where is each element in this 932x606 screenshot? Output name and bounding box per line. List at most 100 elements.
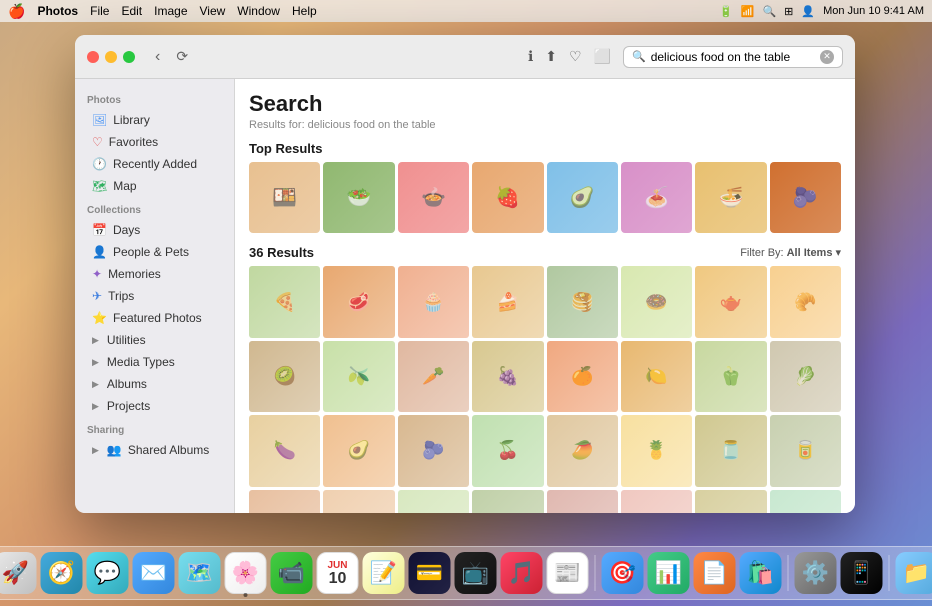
- result-photo[interactable]: 🥩: [323, 266, 394, 337]
- result-photo[interactable]: 🥭: [547, 415, 618, 486]
- sidebar-label-media-types: Media Types: [107, 355, 175, 369]
- result-photo[interactable]: 🥐: [770, 266, 841, 337]
- menubar-window[interactable]: Window: [237, 4, 280, 18]
- result-photo[interactable]: 🍕: [249, 266, 320, 337]
- sidebar-item-days[interactable]: 📅 Days: [80, 219, 229, 241]
- fullscreen-button[interactable]: [123, 51, 135, 63]
- share-button[interactable]: ⬆: [543, 46, 559, 67]
- info-button[interactable]: ℹ: [526, 46, 535, 67]
- sidebar-item-favorites[interactable]: ♡ Favorites: [80, 131, 229, 153]
- result-photo[interactable]: 🫑: [695, 341, 766, 412]
- dock-appletv[interactable]: 📺: [455, 552, 497, 594]
- dock-music[interactable]: 🎵: [501, 552, 543, 594]
- result-photo[interactable]: 🥪: [621, 490, 692, 514]
- result-photo[interactable]: 🫙: [695, 415, 766, 486]
- minimize-button[interactable]: [105, 51, 117, 63]
- menubar-edit[interactable]: Edit: [121, 4, 142, 18]
- titlebar: ‹ ⟳ ℹ ⬆ ♡ ⬜ 🔍 ✕: [75, 35, 855, 79]
- result-photo[interactable]: 🍟: [770, 490, 841, 514]
- top-result-photo[interactable]: 🍓: [472, 162, 543, 233]
- result-photo[interactable]: 🫔: [472, 490, 543, 514]
- sidebar-item-recently-added[interactable]: 🕐 Recently Added: [80, 153, 229, 175]
- result-photo[interactable]: 🍩: [621, 266, 692, 337]
- result-photo[interactable]: 🥞: [547, 266, 618, 337]
- result-photo[interactable]: 🍆: [249, 415, 320, 486]
- dock-folder[interactable]: 📁: [896, 552, 932, 594]
- dock-numbers[interactable]: 📊: [648, 552, 690, 594]
- sidebar-item-people-pets[interactable]: 👤 People & Pets: [80, 241, 229, 263]
- dock-safari[interactable]: 🧭: [41, 552, 83, 594]
- dock-system-prefs[interactable]: ⚙️: [795, 552, 837, 594]
- result-photo[interactable]: 🥫: [770, 415, 841, 486]
- result-photo[interactable]: 🍒: [472, 415, 543, 486]
- dock-facetime[interactable]: 📹: [271, 552, 313, 594]
- dock-maps[interactable]: 🗺️: [179, 552, 221, 594]
- top-result-photo[interactable]: 🥗: [323, 162, 394, 233]
- sidebar-item-media-types[interactable]: ▶ Media Types: [80, 351, 229, 373]
- menubar-app-name[interactable]: Photos: [37, 4, 78, 18]
- sidebar-item-utilities[interactable]: ▶ Utilities: [80, 329, 229, 351]
- apple-menu[interactable]: 🍎: [8, 3, 25, 20]
- result-photo[interactable]: 🥝: [249, 341, 320, 412]
- search-input[interactable]: [651, 50, 815, 64]
- top-result-photo[interactable]: 🍱: [249, 162, 320, 233]
- top-result-photo[interactable]: 🍲: [398, 162, 469, 233]
- result-photo[interactable]: 🍤: [249, 490, 320, 514]
- dock-wallet[interactable]: 💳: [409, 552, 451, 594]
- top-result-photo[interactable]: 🍜: [695, 162, 766, 233]
- filter-button[interactable]: Filter By: All Items ▾: [740, 246, 841, 259]
- result-photo[interactable]: 🌯: [547, 490, 618, 514]
- search-icon[interactable]: 🔍: [762, 5, 776, 18]
- result-photo[interactable]: 🥟: [398, 490, 469, 514]
- dock-notes[interactable]: 📝: [363, 552, 405, 594]
- sidebar-item-memories[interactable]: ✦ Memories: [80, 263, 229, 285]
- sidebar-item-library[interactable]: 🖼 Library: [80, 109, 229, 131]
- sidebar-item-albums[interactable]: ▶ Albums: [80, 373, 229, 395]
- dock-news[interactable]: 📰: [547, 552, 589, 594]
- search-clear-button[interactable]: ✕: [820, 50, 834, 64]
- dock-iphone-mirroring[interactable]: 📱: [841, 552, 883, 594]
- back-button[interactable]: ‹: [151, 46, 164, 68]
- close-button[interactable]: [87, 51, 99, 63]
- search-bar[interactable]: 🔍 ✕: [623, 46, 843, 68]
- heart-button[interactable]: ♡: [567, 46, 584, 67]
- dock-keynote[interactable]: 🎯: [602, 552, 644, 594]
- top-result-photo[interactable]: 🥑: [547, 162, 618, 233]
- result-photo[interactable]: 🍰: [472, 266, 543, 337]
- dock-calendar[interactable]: JUN 10: [317, 552, 359, 594]
- result-photo[interactable]: 🫒: [323, 341, 394, 412]
- menubar-file[interactable]: File: [90, 4, 109, 18]
- result-photo[interactable]: 🍊: [547, 341, 618, 412]
- result-photo[interactable]: 🍇: [472, 341, 543, 412]
- result-photo[interactable]: 🫐: [398, 415, 469, 486]
- result-photo[interactable]: 🧁: [398, 266, 469, 337]
- delete-button[interactable]: ⬜: [592, 46, 613, 67]
- dock-appstore[interactable]: 🛍️: [740, 552, 782, 594]
- top-result-photo[interactable]: 🍝: [621, 162, 692, 233]
- result-photo[interactable]: 🥑: [323, 415, 394, 486]
- result-photo[interactable]: 🥬: [770, 341, 841, 412]
- dock-messages[interactable]: 💬: [87, 552, 129, 594]
- dock-launchpad[interactable]: 🚀: [0, 552, 37, 594]
- menubar-help[interactable]: Help: [292, 4, 317, 18]
- dock-mail[interactable]: ✉️: [133, 552, 175, 594]
- dock-pages[interactable]: 📄: [694, 552, 736, 594]
- menubar-image[interactable]: Image: [154, 4, 187, 18]
- result-photo[interactable]: 🥕: [398, 341, 469, 412]
- sidebar-item-shared-albums[interactable]: ▶ 👥 Shared Albums: [80, 439, 229, 461]
- result-photo[interactable]: 🍍: [621, 415, 692, 486]
- result-photo[interactable]: 🫖: [695, 266, 766, 337]
- sidebar-item-featured[interactable]: ⭐ Featured Photos: [80, 307, 229, 329]
- result-photo[interactable]: 🍋: [621, 341, 692, 412]
- result-photo[interactable]: 🍔: [695, 490, 766, 514]
- sidebar-item-map[interactable]: 🗺 Map: [80, 175, 229, 197]
- top-result-photo[interactable]: 🫐: [770, 162, 841, 233]
- dock-photos[interactable]: 🌸: [225, 552, 267, 594]
- rotate-button[interactable]: ⟳: [172, 46, 192, 68]
- user-icon[interactable]: 👤: [801, 5, 815, 18]
- result-photo[interactable]: 🍣: [323, 490, 394, 514]
- menubar-view[interactable]: View: [200, 4, 226, 18]
- sidebar-item-projects[interactable]: ▶ Projects: [80, 395, 229, 417]
- sidebar-item-trips[interactable]: ✈ Trips: [80, 285, 229, 307]
- control-center-icon[interactable]: ⊞: [784, 5, 793, 18]
